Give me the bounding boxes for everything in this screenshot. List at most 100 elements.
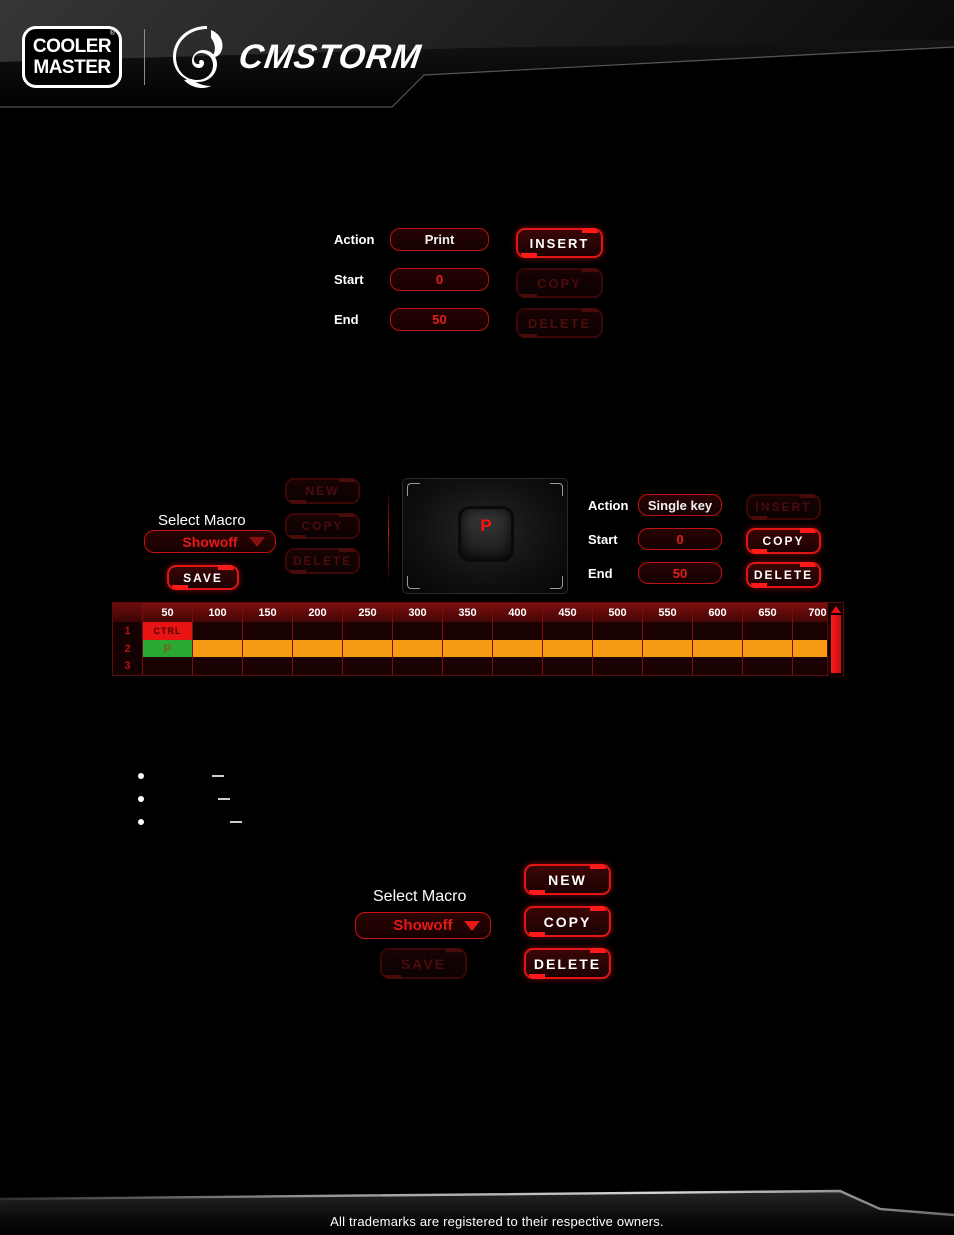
timeline-duration-cell[interactable] (393, 639, 443, 658)
timeline-duration-cell[interactable] (743, 639, 793, 658)
timeline-empty-cell[interactable] (343, 622, 393, 640)
manager-copy-button[interactable]: Copy (524, 906, 611, 937)
editor-macro-buttons: New Copy Delete (285, 478, 360, 583)
editor-end-value[interactable]: 50 (638, 562, 722, 584)
corner-accent-bottom-left (407, 576, 420, 589)
chevron-down-icon (464, 920, 480, 931)
page-header: ® COOLER MASTER CMSTORM (0, 0, 954, 120)
timeline-empty-cell[interactable] (393, 622, 443, 640)
timeline-empty-cell[interactable] (743, 657, 793, 676)
footer-trademark-text: All trademarks are registered to their r… (330, 1214, 664, 1229)
timeline-empty-cell[interactable] (593, 657, 643, 676)
timeline-empty-cell[interactable] (543, 622, 593, 640)
insert-button[interactable]: Insert (516, 228, 603, 258)
macro-timeline-table[interactable]: 50 100 150 200 250 300 350 400 450 500 550 600 650 70… (112, 602, 844, 677)
corner-accent-top-left (407, 483, 420, 496)
list-item (138, 810, 242, 833)
timeline-empty-cell[interactable] (693, 622, 743, 640)
end-label: End (334, 312, 359, 327)
timeline-scrollbar[interactable] (827, 603, 843, 677)
scrollbar-thumb[interactable] (831, 615, 841, 673)
timeline-empty-cell[interactable] (293, 657, 343, 676)
timeline-row[interactable]: 2P (113, 639, 843, 658)
timeline-duration-cell[interactable] (443, 639, 493, 658)
action-value[interactable]: Print (390, 228, 489, 251)
macro-manager-panel: Select Macro Showoff Save New Copy Delet… (355, 860, 625, 985)
editor-delete-button[interactable]: Delete (746, 562, 821, 588)
timeline-header-row: 50 100 150 200 250 300 350 400 450 500 550 600 650 70… (113, 603, 843, 622)
timeline-column-header: 550 (643, 603, 693, 622)
timeline-empty-cell[interactable] (293, 622, 343, 640)
new-macro-button[interactable]: New (285, 478, 360, 504)
editor-action-field-row: Action Single key (588, 494, 722, 516)
timeline-duration-cell[interactable] (293, 639, 343, 658)
timeline-empty-cell[interactable] (243, 622, 293, 640)
timeline-duration-cell[interactable] (193, 639, 243, 658)
timeline-empty-cell[interactable] (743, 622, 793, 640)
logo-divider (144, 29, 145, 85)
timeline-row[interactable]: 3 (113, 657, 843, 676)
timeline-duration-cell[interactable] (693, 639, 743, 658)
timeline-column-header: 50 (143, 603, 193, 622)
timeline-empty-cell[interactable] (143, 657, 193, 676)
timeline-key-cell[interactable]: P (143, 639, 193, 658)
timeline-empty-cell[interactable] (493, 622, 543, 640)
bullet-dash-mark (212, 774, 224, 777)
timeline-empty-cell[interactable] (693, 657, 743, 676)
timeline-empty-cell[interactable] (443, 622, 493, 640)
editor-insert-button[interactable]: Insert (746, 494, 821, 520)
timeline-duration-cell[interactable] (543, 639, 593, 658)
corner-accent-bottom-right (550, 576, 563, 589)
timeline-column-header: 200 (293, 603, 343, 622)
timeline-duration-cell[interactable] (343, 639, 393, 658)
timeline-duration-cell[interactable] (243, 639, 293, 658)
editor-end-field-row: End 50 (588, 562, 722, 584)
list-item (138, 764, 242, 787)
registered-mark-icon: ® (109, 30, 115, 37)
insert-form-buttons: Insert Copy Delete (516, 228, 603, 348)
macro-editor-panel: Select Macro Showoff Save New Copy Delet… (110, 478, 840, 596)
manager-delete-button[interactable]: Delete (524, 948, 611, 979)
timeline-duration-cell[interactable] (643, 639, 693, 658)
save-button[interactable]: Save (167, 565, 239, 590)
scroll-up-arrow-icon[interactable] (831, 606, 841, 613)
macro-dropdown[interactable]: Showoff (144, 530, 276, 553)
editor-action-value[interactable]: Single key (638, 494, 722, 516)
timeline-empty-cell[interactable] (393, 657, 443, 676)
copy-button[interactable]: Copy (516, 268, 603, 298)
delete-macro-button[interactable]: Delete (285, 548, 360, 574)
timeline-duration-cell[interactable] (593, 639, 643, 658)
start-label: Start (334, 272, 364, 287)
delete-button[interactable]: Delete (516, 308, 603, 338)
manager-save-button[interactable]: Save (380, 948, 467, 979)
editor-copy-button[interactable]: Copy (746, 528, 821, 554)
timeline-empty-cell[interactable] (643, 622, 693, 640)
timeline-empty-cell[interactable] (643, 657, 693, 676)
timeline-empty-cell[interactable] (493, 657, 543, 676)
timeline-row[interactable]: 1 CTRL (113, 622, 843, 640)
keycap-preview[interactable]: P (458, 506, 514, 562)
bullet-list (138, 764, 242, 833)
timeline-empty-cell[interactable] (243, 657, 293, 676)
bullet-dash-mark (218, 797, 230, 800)
timeline-key-cell[interactable]: CTRL (143, 622, 193, 640)
editor-start-value[interactable]: 0 (638, 528, 722, 550)
timeline-empty-cell[interactable] (543, 657, 593, 676)
keycap-label: P (480, 516, 492, 535)
bullet-point-icon (138, 818, 144, 825)
timeline-empty-cell[interactable] (193, 657, 243, 676)
start-value[interactable]: 0 (390, 268, 489, 291)
cooler-master-logo: ® COOLER MASTER (22, 26, 122, 88)
manager-new-button[interactable]: New (524, 864, 611, 895)
timeline-duration-cell[interactable] (493, 639, 543, 658)
end-value[interactable]: 50 (390, 308, 489, 331)
brand-logo-group: ® COOLER MASTER CMSTORM (22, 22, 424, 92)
timeline-empty-cell[interactable] (593, 622, 643, 640)
copy-macro-button[interactable]: Copy (285, 513, 360, 539)
timeline-empty-cell[interactable] (443, 657, 493, 676)
editor-end-label: End (588, 565, 613, 581)
manager-macro-dropdown[interactable]: Showoff (355, 912, 491, 939)
manager-macro-dropdown-value: Showoff (393, 917, 453, 934)
timeline-empty-cell[interactable] (343, 657, 393, 676)
timeline-empty-cell[interactable] (193, 622, 243, 640)
